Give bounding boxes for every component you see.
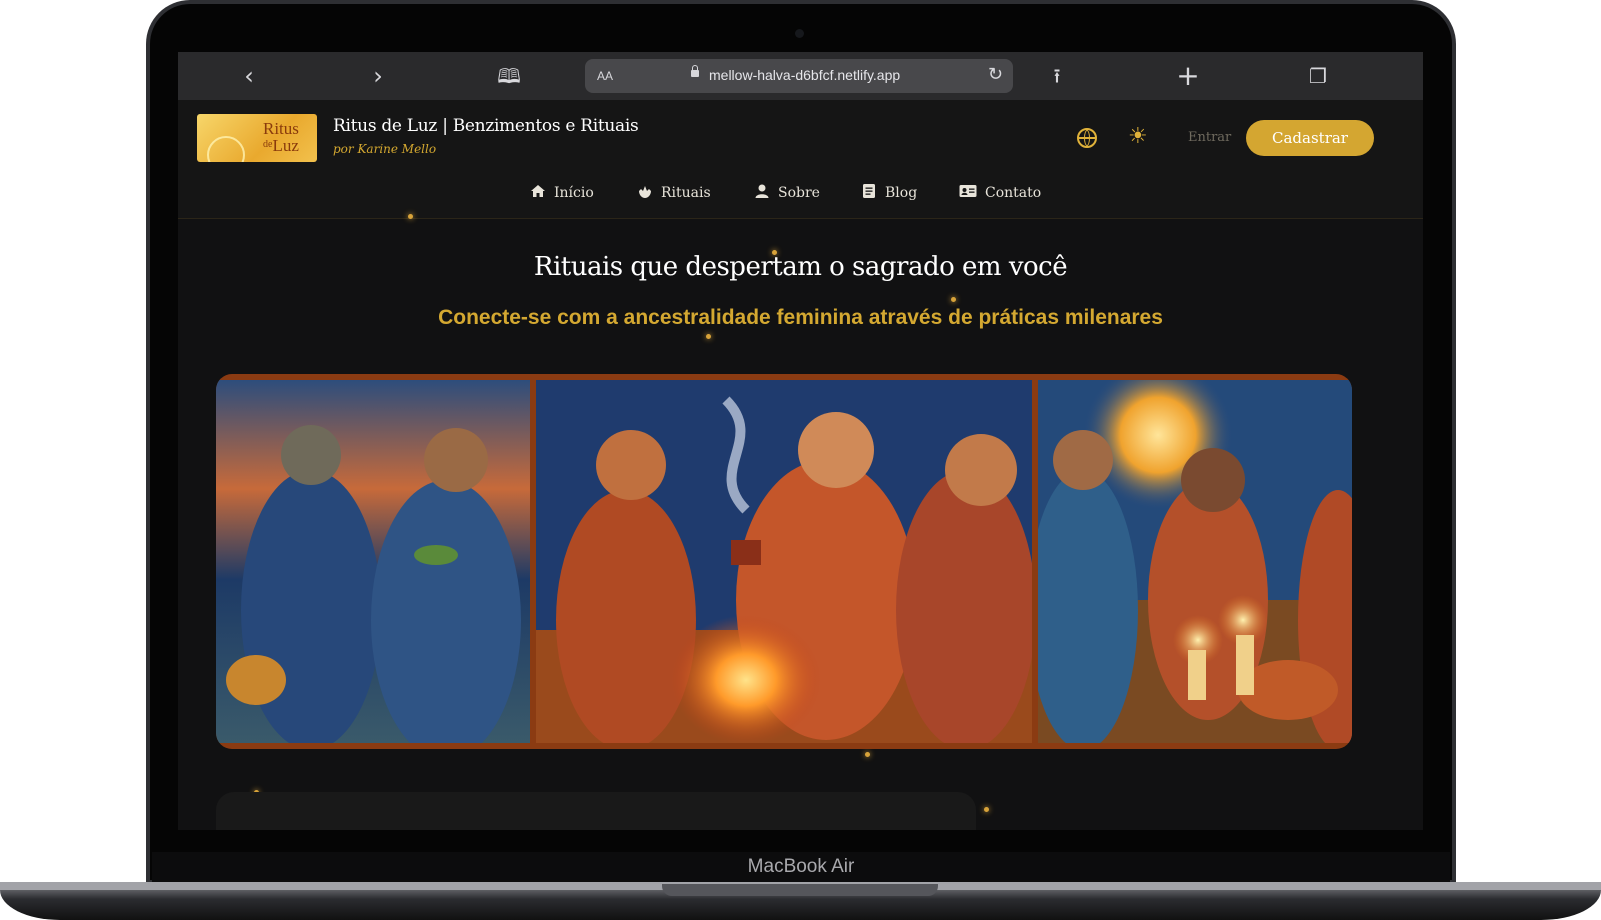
sparkle: [865, 752, 870, 757]
share-icon[interactable]: ⭱: [1042, 61, 1072, 91]
hero-subtitle: Conecte-se com a ancestralidade feminina…: [438, 306, 1163, 329]
ritual-image-2[interactable]: [536, 380, 1032, 743]
ritual-image-3[interactable]: [1038, 380, 1352, 743]
hero-title: Rituais que despertam o sagrado em você: [533, 252, 1068, 282]
nav-item-sobre[interactable]: Sobre: [754, 182, 820, 204]
document-icon: [863, 184, 875, 198]
text-size-button[interactable]: AA: [597, 69, 613, 83]
sun-icon[interactable]: ☀: [1128, 124, 1148, 149]
address-bar[interactable]: AA mellow-halva-d6bfcf.netlify.app ↻: [585, 59, 1013, 93]
site-title[interactable]: Ritus de Luz | Benzimentos e Rituais: [333, 116, 639, 136]
logo-text: Ritus: [263, 119, 299, 138]
content-card: [216, 792, 976, 830]
safari-toolbar: ‹ › 🕮 AA mellow-halva-d6bfcf.netlify.app…: [178, 52, 1423, 100]
back-icon[interactable]: ‹: [234, 61, 264, 91]
sparkle: [984, 807, 989, 812]
home-icon: [531, 185, 545, 197]
new-tab-icon[interactable]: +: [1173, 61, 1203, 91]
login-link[interactable]: Entrar: [1188, 130, 1231, 145]
lock-icon: [691, 65, 699, 77]
tabs-icon[interactable]: ❐: [1303, 61, 1333, 91]
sparkle: [951, 297, 956, 302]
logo-luz: Luz: [272, 136, 299, 155]
url-text[interactable]: mellow-halva-d6bfcf.netlify.app: [709, 67, 900, 83]
sparkle: [408, 214, 413, 219]
bookmarks-icon[interactable]: 🕮: [494, 61, 524, 91]
sparkle: [706, 334, 711, 339]
contact-card-icon: [959, 185, 977, 197]
browser-screen: ‹ › 🕮 AA mellow-halva-d6bfcf.netlify.app…: [178, 52, 1423, 830]
ritual-image-strip[interactable]: [216, 374, 1352, 749]
laptop-notch: [662, 884, 938, 896]
signup-button[interactable]: Cadastrar: [1246, 120, 1374, 156]
logo-text-2: deLuz: [263, 136, 299, 154]
sun-logo-icon: [207, 136, 245, 162]
device-label: MacBook Air: [152, 852, 1450, 882]
site-subtitle: por Karine Mello: [333, 142, 437, 156]
nav-item-inicio[interactable]: Início: [530, 182, 594, 204]
nav-label: Rituais: [661, 185, 711, 201]
nav-label: Sobre: [778, 185, 820, 201]
nav-label: Início: [554, 185, 594, 201]
camera: [795, 29, 804, 38]
forward-icon[interactable]: ›: [363, 61, 393, 91]
nav-item-blog[interactable]: Blog: [861, 182, 917, 204]
nav-label: Contato: [985, 185, 1042, 201]
globe-icon[interactable]: [1077, 128, 1097, 148]
logo[interactable]: Ritus deLuz: [197, 114, 317, 162]
reload-icon[interactable]: ↻: [988, 64, 1003, 85]
person-icon: [755, 184, 769, 198]
site-header: Ritus deLuz Ritus de Luz | Benzimentos e…: [178, 100, 1423, 219]
nav-item-contato[interactable]: Contato: [959, 182, 1041, 204]
nav-label: Blog: [885, 185, 918, 201]
hand-icon: [639, 186, 651, 198]
ritual-image-1[interactable]: [216, 380, 530, 743]
nav-item-rituais[interactable]: Rituais: [637, 182, 711, 204]
